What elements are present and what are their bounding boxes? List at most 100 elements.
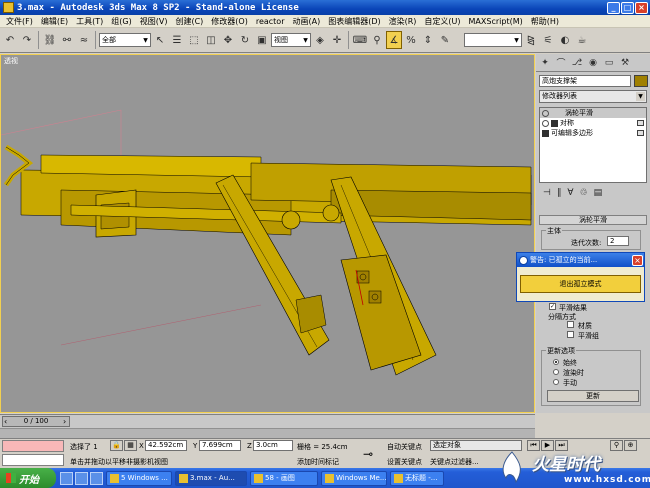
maxscript-listener-bottom[interactable] <box>2 454 64 466</box>
separate-materials-checkbox[interactable] <box>567 321 574 328</box>
rect-selection-icon[interactable]: ⬚ <box>186 31 202 49</box>
display-tab-icon[interactable]: ▭ <box>602 56 616 70</box>
hierarchy-tab-icon[interactable]: ⎇ <box>570 56 584 70</box>
utilities-tab-icon[interactable]: ⚒ <box>618 56 632 70</box>
quick-launch-desktop-icon[interactable] <box>75 471 88 485</box>
start-button[interactable]: 开始 <box>0 468 56 488</box>
selection-filter-select[interactable]: 全部 ▼ <box>99 33 151 47</box>
show-end-result-icon[interactable] <box>637 120 644 126</box>
warning-close-button[interactable]: × <box>632 254 643 266</box>
create-tab-icon[interactable]: ✦ <box>538 56 552 70</box>
update-always-radio[interactable] <box>553 359 559 365</box>
time-slider-thumb[interactable]: 0 / 100 <box>2 416 70 427</box>
keyboard-shortcut-icon[interactable]: ⌨ <box>352 31 368 49</box>
angle-snap-icon[interactable]: ∡ <box>386 31 402 49</box>
x-coordinate-field[interactable]: 42.592cm <box>145 440 187 451</box>
expand-icon[interactable] <box>542 129 549 137</box>
menu-maxscript[interactable]: MAXScript(M) <box>465 17 527 26</box>
window-crossing-icon[interactable]: ◫ <box>203 31 219 49</box>
lightbulb-icon[interactable] <box>542 119 549 127</box>
prev-frame-icon[interactable]: ‹ <box>4 417 7 426</box>
menu-create[interactable]: 创建(C) <box>171 16 207 27</box>
separate-smoothing-checkbox[interactable] <box>567 331 574 338</box>
quick-launch-media-icon[interactable] <box>90 471 103 485</box>
task-messenger[interactable]: Windows Me... <box>321 470 387 486</box>
menu-reactor[interactable]: reactor <box>252 17 289 26</box>
turbosmooth-rollout-header[interactable]: 涡轮平滑 <box>539 215 647 225</box>
exit-isolation-button[interactable]: 退出孤立模式 <box>520 275 641 293</box>
make-unique-icon[interactable]: ∀ <box>567 188 573 198</box>
maximize-button[interactable]: □ <box>621 1 634 14</box>
quick-launch-ie-icon[interactable] <box>60 471 73 485</box>
motion-tab-icon[interactable]: ◉ <box>586 56 600 70</box>
key-icon[interactable]: ⊸ <box>363 447 373 461</box>
menu-file[interactable]: 文件(F) <box>2 16 37 27</box>
unlink-icon[interactable]: ⚯ <box>59 31 75 49</box>
task-notepad[interactable]: 无标题 -... <box>390 470 444 486</box>
select-scale-icon[interactable]: ▣ <box>254 31 270 49</box>
select-move-icon[interactable]: ✥ <box>220 31 236 49</box>
stack-item-symmetry[interactable]: 对称 <box>540 118 646 128</box>
menu-views[interactable]: 视图(V) <box>136 16 172 27</box>
align-icon[interactable]: ⚟ <box>540 31 556 49</box>
menu-group[interactable]: 组(G) <box>107 16 135 27</box>
update-render-radio[interactable] <box>553 369 559 375</box>
task-3dsmax[interactable]: 3.max - Au... <box>175 470 247 486</box>
pin-stack-icon[interactable]: ⊣ <box>543 188 551 198</box>
bind-spacewarp-icon[interactable]: ≈ <box>76 31 92 49</box>
set-key-button[interactable]: 设置关键点 <box>387 457 422 467</box>
menu-graph-editors[interactable]: 图表编辑器(D) <box>324 16 384 27</box>
time-slider[interactable]: 0 / 100 ‹ › <box>0 414 535 428</box>
perspective-viewport[interactable]: 透视 <box>0 54 535 413</box>
select-manipulate-icon[interactable]: ✛ <box>329 31 345 49</box>
minimize-button[interactable]: _ <box>607 1 620 14</box>
select-by-name-icon[interactable]: ☰ <box>169 31 185 49</box>
track-bar[interactable] <box>0 428 535 438</box>
menu-rendering[interactable]: 渲染(R) <box>385 16 421 27</box>
iterations-spinner[interactable]: 2 <box>607 236 629 246</box>
add-time-tag[interactable]: 添加时间标记 <box>297 457 339 467</box>
show-end-result-icon[interactable] <box>637 130 644 136</box>
auto-key-button[interactable]: 自动关键点 <box>387 442 422 452</box>
menu-tools[interactable]: 工具(T) <box>72 16 107 27</box>
smooth-result-checkbox[interactable]: ✓ <box>549 303 556 310</box>
y-coordinate-field[interactable]: 7.699cm <box>199 440 241 451</box>
select-object-icon[interactable]: ↖ <box>152 31 168 49</box>
menu-animation[interactable]: 动画(A) <box>288 16 324 27</box>
snaps-toggle-icon[interactable]: ⚲ <box>369 31 385 49</box>
modifier-list-select[interactable]: 修改器列表 ▼ <box>539 90 647 103</box>
absolute-mode-icon[interactable]: ▦ <box>124 440 137 451</box>
spinner-snap-icon[interactable]: ⇕ <box>420 31 436 49</box>
pivot-center-icon[interactable]: ◈ <box>312 31 328 49</box>
menu-modifiers[interactable]: 修改器(O) <box>207 16 252 27</box>
stack-item-turbosmooth[interactable]: 涡轮平滑 <box>540 108 646 118</box>
task-explorer[interactable]: 5 Windows ... <box>106 470 172 486</box>
update-manual-radio[interactable] <box>553 379 559 385</box>
lock-selection-icon[interactable]: 🔒 <box>110 440 123 451</box>
menu-help[interactable]: 帮助(H) <box>527 16 563 27</box>
undo-icon[interactable]: ↶ <box>2 31 18 49</box>
redo-icon[interactable]: ↷ <box>19 31 35 49</box>
remove-modifier-icon[interactable]: ♲ <box>580 188 588 198</box>
viewport-label[interactable]: 透视 <box>4 56 18 66</box>
object-name-field[interactable]: 高炮支撑架 <box>539 75 631 87</box>
task-paint[interactable]: 58 - 画图 <box>250 470 318 486</box>
show-end-result-icon[interactable]: ∥ <box>557 188 562 198</box>
update-button[interactable]: 更新 <box>547 390 639 402</box>
material-editor-icon[interactable]: ◐ <box>557 31 573 49</box>
link-icon[interactable]: ⛓ <box>42 31 58 49</box>
close-button[interactable]: × <box>635 1 648 14</box>
next-frame-icon[interactable]: › <box>63 417 66 426</box>
render-icon[interactable]: ☕ <box>574 31 590 49</box>
percent-snap-icon[interactable]: % <box>403 31 419 49</box>
named-selection-sets[interactable]: ▼ <box>464 33 522 47</box>
stack-item-editable-poly[interactable]: 可编辑多边形 <box>540 128 646 138</box>
menu-customize[interactable]: 自定义(U) <box>420 16 464 27</box>
reference-coord-select[interactable]: 视图 ▼ <box>271 33 311 47</box>
lightbulb-icon[interactable] <box>542 109 549 117</box>
object-color-swatch[interactable] <box>634 75 648 87</box>
expand-icon[interactable] <box>551 119 558 127</box>
named-selection-icon[interactable]: ✎ <box>437 31 453 49</box>
z-coordinate-field[interactable]: 3.0cm <box>253 440 293 451</box>
select-rotate-icon[interactable]: ↻ <box>237 31 253 49</box>
